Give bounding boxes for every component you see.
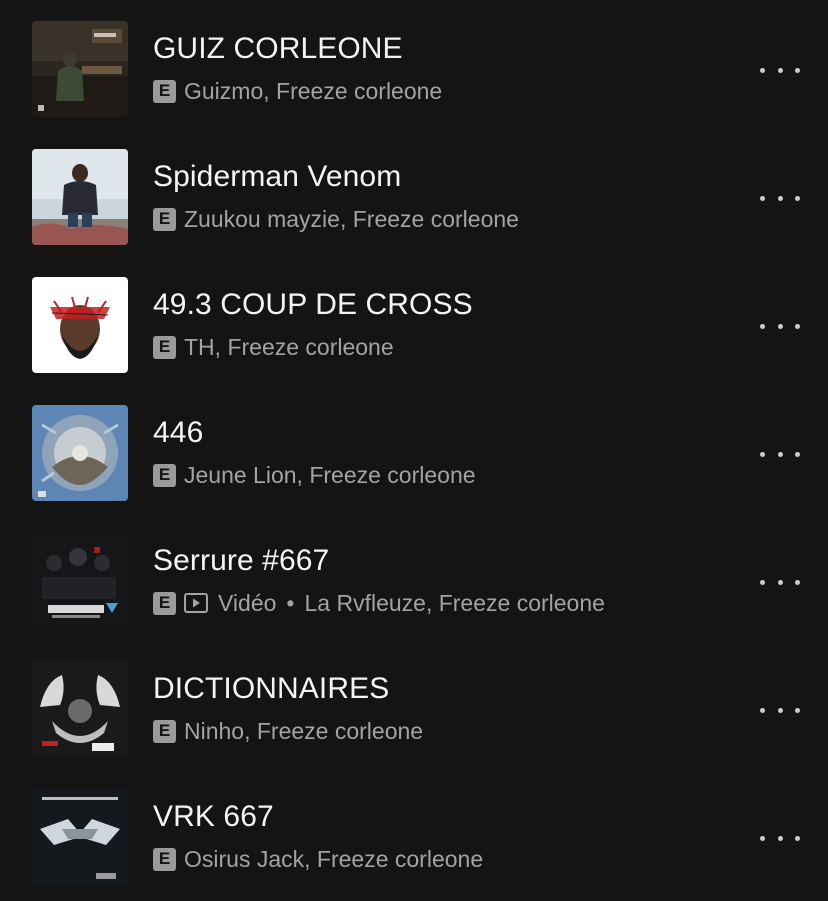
track-artists: Guizmo, Freeze corleone: [184, 78, 443, 104]
446-artwork-image: [32, 405, 128, 501]
track-title: 446: [153, 416, 204, 449]
track-row[interactable]: Spiderman Venom E Zuukou mayzie, Freeze …: [0, 128, 828, 256]
track-meta: E TH, Freeze corleone: [153, 332, 394, 362]
track-title: GUIZ CORLEONE: [153, 32, 403, 65]
track-row[interactable]: VRK 667 E Osirus Jack, Freeze corleone: [0, 768, 828, 896]
album-artwork[interactable]: [32, 789, 128, 885]
album-artwork[interactable]: [32, 533, 128, 629]
ellipsis-dot: [795, 323, 800, 329]
explicit-badge: E: [153, 847, 176, 871]
track-row[interactable]: Serrure #667 E Vidéo • La Rvfleuze, Free…: [0, 512, 828, 640]
track-row[interactable]: 446 E Jeune Lion, Freeze corleone: [0, 384, 828, 512]
explicit-badge: E: [153, 335, 176, 359]
track-meta: E Vidéo • La Rvfleuze, Freeze corleone: [153, 588, 605, 618]
ellipsis-icon: [760, 67, 765, 73]
track-row[interactable]: DICTIONNAIRES E Ninho, Freeze corleone: [0, 640, 828, 768]
ellipsis-icon: [760, 451, 765, 457]
track-row[interactable]: GUIZ CORLEONE E Guizmo, Freeze corleone: [0, 0, 828, 128]
ellipsis-dot: [795, 67, 800, 73]
video-label: Vidéo: [218, 590, 277, 616]
ellipsis-icon: [760, 195, 765, 201]
track-title: VRK 667: [153, 800, 274, 833]
more-options-button[interactable]: [760, 828, 800, 848]
spiderman-artwork-image: [32, 149, 128, 245]
album-artwork[interactable]: [32, 661, 128, 757]
ellipsis-icon: [760, 323, 765, 329]
explicit-badge: E: [153, 463, 176, 487]
album-artwork[interactable]: [32, 405, 128, 501]
explicit-badge: E: [153, 719, 176, 743]
vrk-artwork-image: [32, 789, 128, 885]
track-meta: E Osirus Jack, Freeze corleone: [153, 844, 483, 874]
separator-dot: •: [286, 589, 295, 616]
ellipsis-dot: [777, 67, 783, 73]
ellipsis-dot: [795, 451, 800, 457]
dictionnaires-artwork-image: [32, 661, 128, 757]
track-meta: E Ninho, Freeze corleone: [153, 716, 423, 746]
track-title: 49.3 COUP DE CROSS: [153, 288, 473, 321]
more-options-button[interactable]: [760, 316, 800, 336]
track-artists: Zuukou mayzie, Freeze corleone: [184, 206, 519, 232]
more-options-button[interactable]: [760, 188, 800, 208]
explicit-badge: E: [153, 207, 176, 231]
more-options-button[interactable]: [760, 572, 800, 592]
ellipsis-dot: [795, 707, 800, 713]
ellipsis-dot: [777, 835, 783, 841]
album-artwork[interactable]: [32, 21, 128, 117]
coup-de-cross-artwork-image: [32, 277, 128, 373]
ellipsis-dot: [777, 195, 783, 201]
track-artists: TH, Freeze corleone: [184, 334, 394, 360]
ellipsis-dot: [777, 707, 783, 713]
track-artists: Jeune Lion, Freeze corleone: [184, 462, 476, 488]
album-artwork[interactable]: [32, 149, 128, 245]
ellipsis-dot: [795, 835, 800, 841]
more-options-button[interactable]: [760, 60, 800, 80]
explicit-badge: E: [153, 591, 176, 615]
ellipsis-dot: [777, 323, 783, 329]
track-meta: E Jeune Lion, Freeze corleone: [153, 460, 476, 490]
track-title: Spiderman Venom: [153, 160, 402, 193]
ellipsis-dot: [795, 195, 800, 201]
video-icon: [184, 592, 208, 614]
explicit-badge: E: [153, 79, 176, 103]
track-meta: E Guizmo, Freeze corleone: [153, 76, 442, 106]
ellipsis-icon: [760, 835, 765, 841]
track-artists: Ninho, Freeze corleone: [184, 718, 424, 744]
track-title: DICTIONNAIRES: [153, 672, 390, 705]
ellipsis-dot: [795, 579, 800, 585]
album-artwork[interactable]: [32, 277, 128, 373]
track-row[interactable]: 49.3 COUP DE CROSS E TH, Freeze corleone: [0, 256, 828, 384]
track-meta: E Zuukou mayzie, Freeze corleone: [153, 204, 519, 234]
track-artists: La Rvfleuze, Freeze corleone: [304, 590, 605, 616]
ellipsis-dot: [777, 579, 783, 585]
track-artists: Osirus Jack, Freeze corleone: [184, 846, 484, 872]
serrure-artwork-image: [32, 533, 128, 629]
ellipsis-icon: [760, 707, 765, 713]
track-list: GUIZ CORLEONE E Guizmo, Freeze corleone …: [0, 0, 828, 901]
ellipsis-dot: [777, 451, 783, 457]
guiz-artwork-image: [32, 21, 128, 117]
track-title: Serrure #667: [153, 544, 330, 577]
more-options-button[interactable]: [760, 444, 800, 464]
more-options-button[interactable]: [760, 700, 800, 720]
ellipsis-icon: [760, 579, 765, 585]
